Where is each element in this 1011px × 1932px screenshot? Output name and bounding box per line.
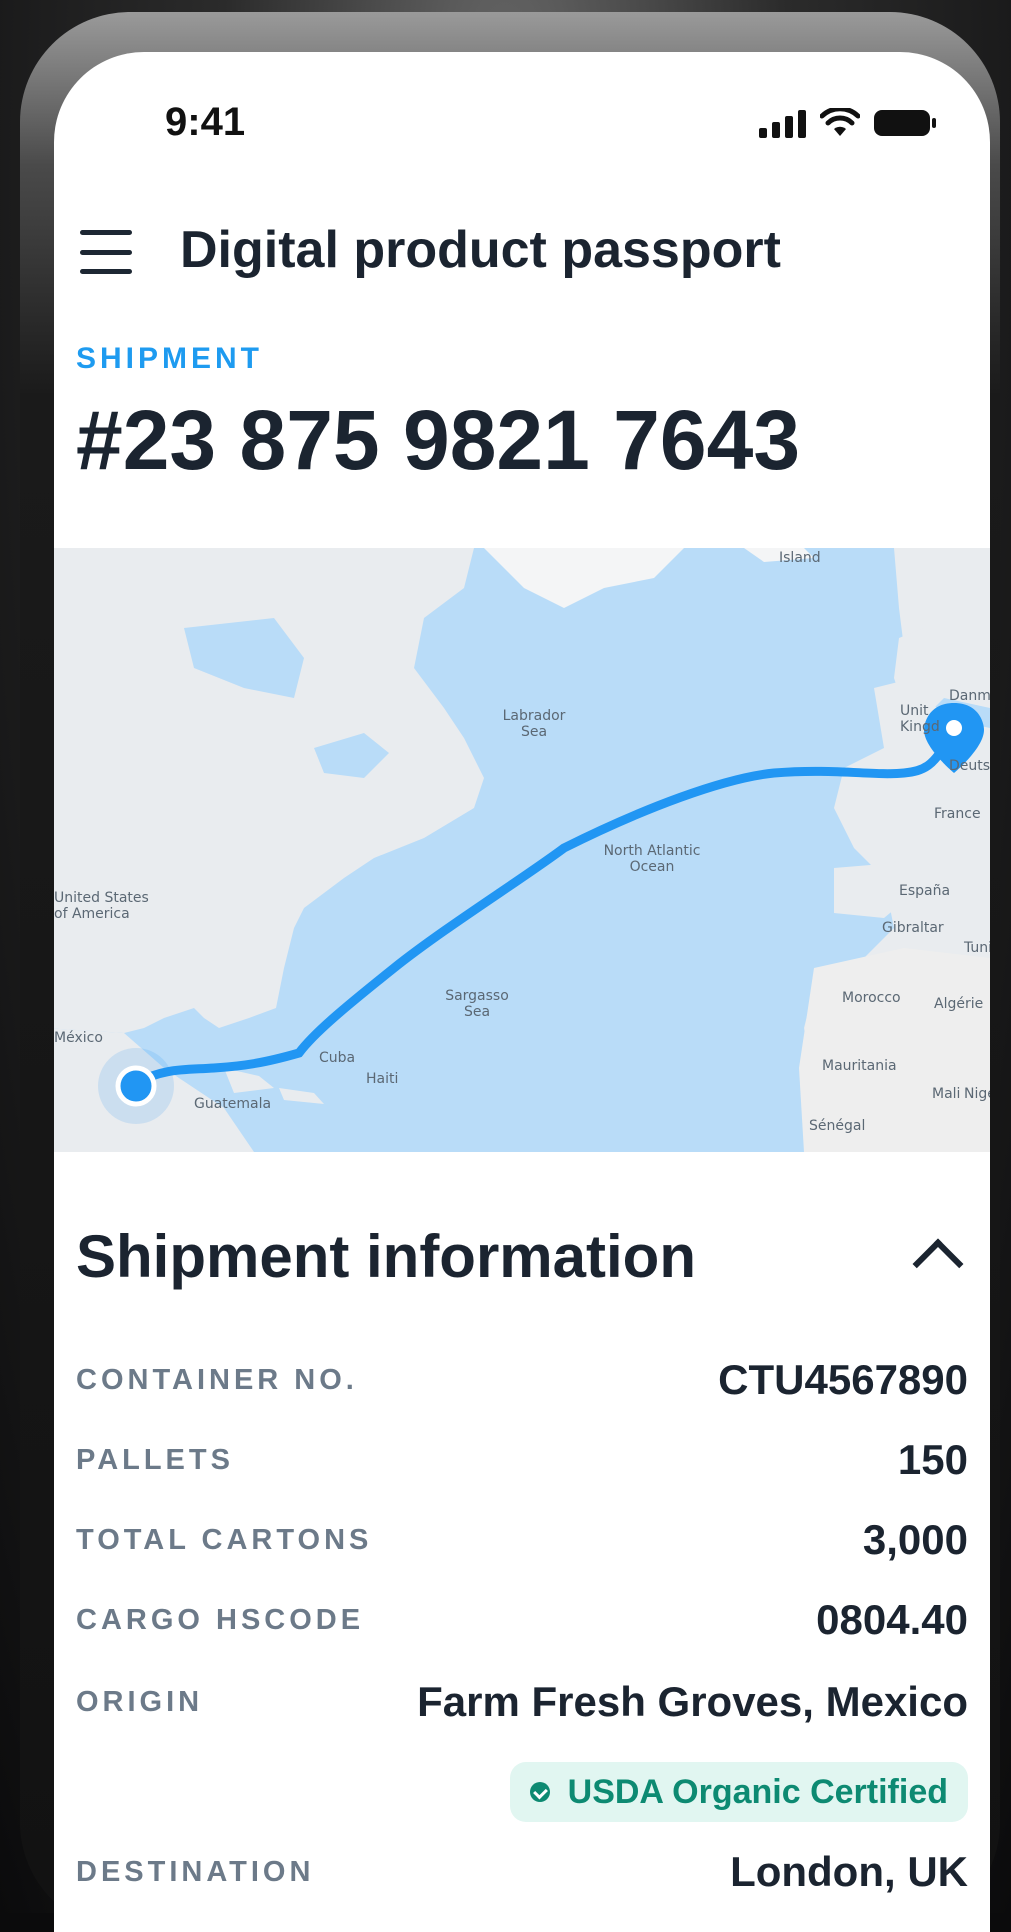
map-label-mali: Mali xyxy=(932,1086,961,1102)
map-label-sargasso: Sargasso Sea xyxy=(445,988,509,1020)
row-value: 3,000 xyxy=(862,1516,968,1563)
status-bar: 9:41 xyxy=(54,52,990,202)
shipment-label: SHIPMENT xyxy=(76,342,264,375)
info-row-destination: DESTINATION London, UK xyxy=(76,1842,968,1902)
info-row-pallets: PALLETS 150 xyxy=(76,1430,968,1490)
row-value: 0804.40 xyxy=(816,1596,968,1643)
info-row-container: CONTAINER NO. CTU4567890 xyxy=(76,1350,968,1410)
map-label-uk: Unit Kingd xyxy=(900,703,940,735)
cellular-signal-icon xyxy=(759,108,806,138)
map-label-morocco: Morocco xyxy=(842,990,901,1006)
row-value: Farm Fresh Groves, Mexico xyxy=(417,1678,968,1725)
row-label: TOTAL CARTONS xyxy=(76,1524,373,1556)
device-background: 9:41 Digital product passport SHIPMENT #… xyxy=(0,0,1011,1932)
battery-icon xyxy=(874,110,936,136)
section-title: Shipment information xyxy=(76,1223,696,1290)
map-label-cuba: Cuba xyxy=(319,1050,356,1066)
map-label-espana: España xyxy=(899,883,951,899)
row-label: CONTAINER NO. xyxy=(76,1364,358,1396)
map-label-labrador: Labrador Sea xyxy=(502,708,566,740)
route-map[interactable]: Island Labrador Sea Unit Kingd Danm Deut… xyxy=(54,548,990,1152)
map-label-france: France xyxy=(934,806,981,822)
map-label-niger: Nige xyxy=(964,1086,990,1102)
status-time: 9:41 xyxy=(165,100,246,144)
shipment-number: #23 875 9821 7643 xyxy=(76,393,801,487)
phone-screen: 9:41 Digital product passport SHIPMENT #… xyxy=(54,52,990,1932)
row-label: PALLETS xyxy=(76,1444,234,1476)
row-label: ORIGIN xyxy=(76,1686,204,1718)
map-label-algerie: Algérie xyxy=(934,996,984,1012)
map-label-deutschland: Deutsch xyxy=(949,758,990,774)
info-row-origin: ORIGIN Farm Fresh Groves, Mexico xyxy=(76,1672,968,1732)
map-label-denmark: Danm xyxy=(949,688,990,704)
check-circle-icon xyxy=(529,1782,550,1802)
app-bar: Digital product passport xyxy=(54,202,990,302)
map-label-haiti: Haiti xyxy=(366,1071,399,1087)
badge-label: USDA Organic Certified xyxy=(567,1772,948,1811)
collapse-chevron-up-icon[interactable] xyxy=(912,1238,964,1290)
map-label-usa: United States of America xyxy=(54,890,149,922)
map-label-gibraltar: Gibraltar xyxy=(882,920,944,936)
row-value: 150 xyxy=(897,1436,968,1483)
app-title: Digital product passport xyxy=(180,221,781,279)
row-value: CTU4567890 xyxy=(718,1356,968,1403)
map-label-senegal: Sénégal xyxy=(809,1118,866,1134)
hamburger-menu-icon[interactable] xyxy=(80,230,132,274)
row-label: CARGO HSCODE xyxy=(76,1604,365,1636)
map-label-guatemala: Guatemala xyxy=(194,1096,272,1112)
wifi-icon xyxy=(820,108,860,136)
info-row-cartons: TOTAL CARTONS 3,000 xyxy=(76,1510,968,1570)
origin-marker xyxy=(115,1065,157,1107)
map-label-mauritania: Mauritania xyxy=(822,1058,897,1074)
status-icons xyxy=(759,108,936,138)
map-label-north-atlantic: North Atlantic Ocean xyxy=(603,843,701,875)
map-label-tunisia: Tunisi xyxy=(964,940,990,956)
info-row-hscode: CARGO HSCODE 0804.40 xyxy=(76,1590,968,1650)
row-label: DESTINATION xyxy=(76,1856,315,1888)
map-label-island: Island xyxy=(779,550,821,566)
row-value: London, UK xyxy=(730,1848,968,1895)
map-label-mexico: México xyxy=(54,1030,103,1046)
certification-badge: USDA Organic Certified xyxy=(509,1762,968,1822)
